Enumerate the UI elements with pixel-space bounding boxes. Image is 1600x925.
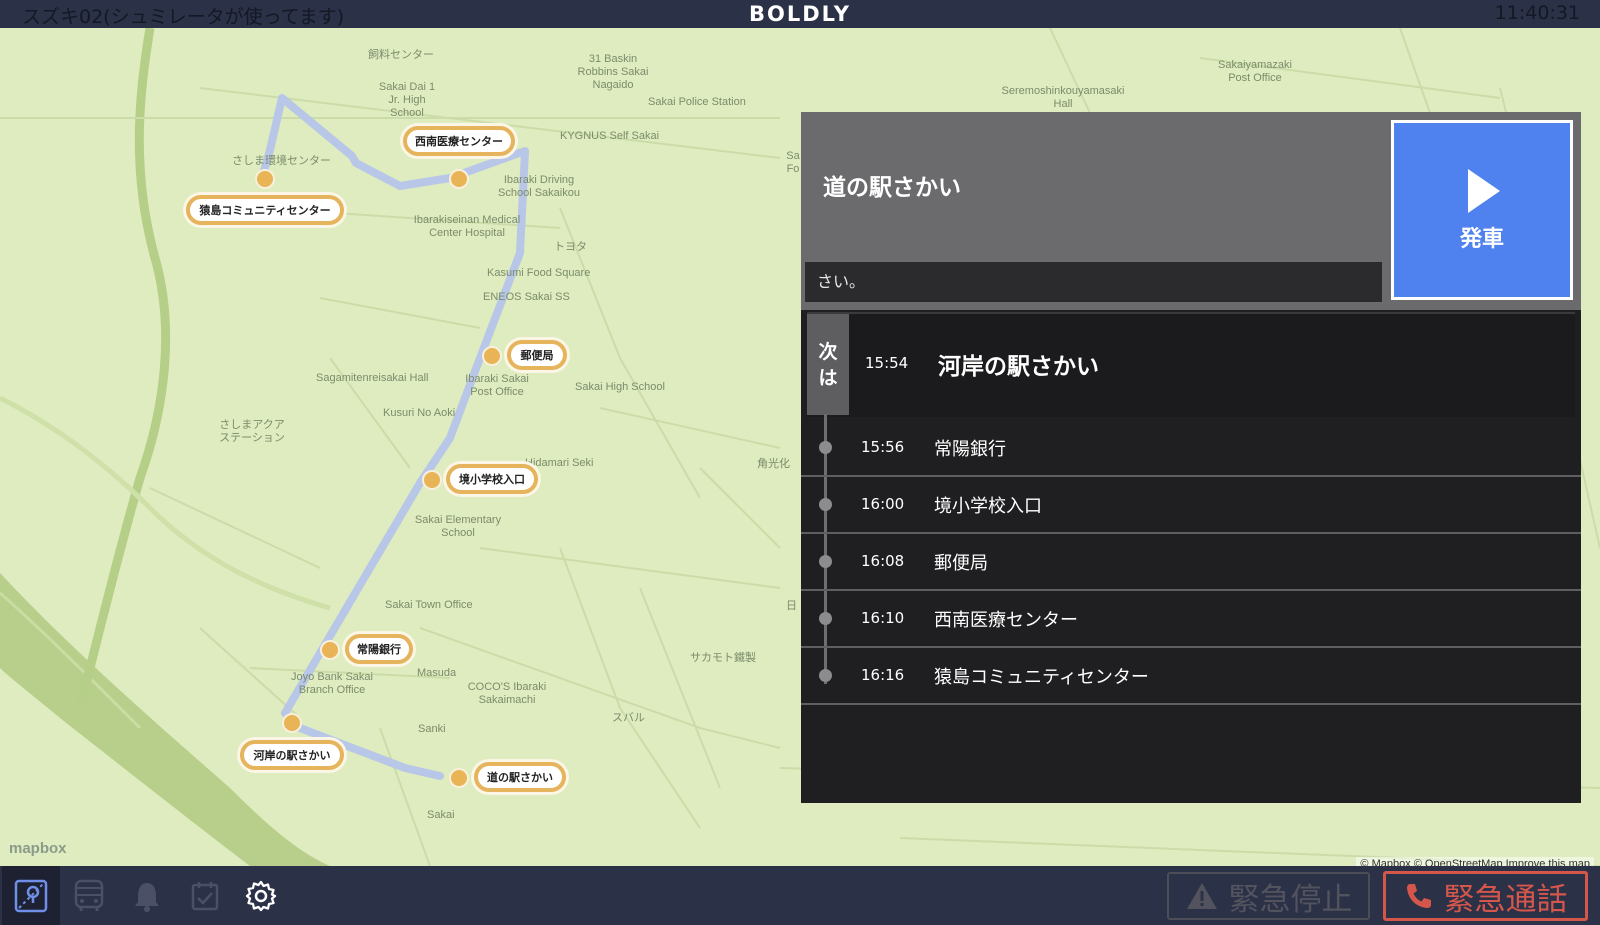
timeline-dot	[819, 555, 832, 568]
stop-label[interactable]: 道の駅さかい	[474, 762, 566, 792]
map-place-label: ENEOS Sakai SS	[483, 291, 570, 303]
stop-time: 16:00	[861, 495, 905, 513]
map-place-label: Sakai Elementary School	[414, 514, 502, 539]
stop-label[interactable]: 西南医療センター	[403, 126, 515, 156]
stop-marker[interactable]	[320, 640, 340, 660]
list-item: 16:08 郵便局	[801, 534, 1581, 591]
top-bar: スズキ02(シュミレータが使ってます) BOLDLY 11:40:31	[0, 0, 1600, 28]
timeline-dot	[819, 441, 832, 454]
next-tag-line1: 次	[818, 340, 838, 363]
map-place-label: Sa Fo	[786, 150, 800, 175]
emergency-call-button[interactable]: 緊急通話	[1383, 871, 1588, 921]
map-place-label: Hidamari Seki	[525, 457, 594, 469]
stop-label[interactable]: 常陽銀行	[345, 634, 413, 664]
map-place-label: Ibaraki Driving School Sakaikou	[498, 174, 580, 199]
operation-panel: 道の駅さかい さい。 発車 次 は 15:54 河岸の駅さかい 15:56 常陽…	[801, 112, 1581, 803]
emergency-stop-label: 緊急停止	[1228, 881, 1353, 918]
map-place-label: Sakai High School	[575, 381, 665, 393]
timeline-dot	[819, 498, 832, 511]
emergency-call-label: 緊急通話	[1443, 881, 1568, 918]
stop-marker[interactable]	[449, 169, 469, 189]
stop-label[interactable]: 境小学校入口	[446, 464, 538, 494]
stop-marker[interactable]	[482, 346, 502, 366]
stop-time: 16:08	[861, 552, 905, 570]
depart-button[interactable]: 発車	[1391, 120, 1573, 300]
map-place-label: COCO'S Ibaraki Sakaimachi	[467, 681, 547, 706]
next-stop-time: 15:54	[865, 354, 909, 372]
next-stop-row: 次 は 15:54 河岸の駅さかい	[807, 312, 1575, 417]
clock: 11:40:31	[1494, 2, 1580, 24]
stop-time: 16:16	[861, 666, 905, 684]
depart-button-label: 発車	[1459, 227, 1504, 252]
stop-marker[interactable]	[422, 470, 442, 490]
map-place-label: Kasumi Food Square	[487, 267, 591, 279]
map-place-label: Kusuri No Aoki	[383, 407, 456, 419]
map-place-label: Masuda	[417, 667, 457, 679]
map-place-label: Joyo Bank Sakai Branch Office	[291, 671, 373, 696]
map-place-label: Sakai Dai 1 Jr. High School	[378, 81, 436, 119]
list-item: 16:16 猿島コミュニティセンター	[801, 648, 1581, 705]
map-place-label: Sakaiyamazaki Post Office	[1218, 59, 1292, 84]
upcoming-stops-list: 15:56 常陽銀行 16:00 境小学校入口 16:08 郵便局 16:10 …	[801, 420, 1581, 705]
map-place-label: 角光化	[757, 458, 790, 470]
map-place-label: Sakai Town Office	[385, 599, 473, 611]
map-icon[interactable]	[2, 866, 60, 925]
map-place-label: Ibaraki Sakai Post Office	[465, 373, 529, 398]
checklist-icon[interactable]	[176, 866, 234, 925]
emergency-stop-button[interactable]: 緊急停止	[1167, 872, 1370, 920]
settings-gear-icon[interactable]	[232, 866, 290, 925]
timeline-dot	[819, 612, 832, 625]
map-place-label: さしまアクア ステーション	[219, 419, 285, 444]
next-tag: 次 は	[807, 314, 849, 415]
map-place-label: 31 Baskin Robbins Sakai Nagaido	[577, 53, 649, 91]
map-place-label: サカモト鐵製	[690, 652, 756, 664]
stop-name: 猿島コミュニティセンター	[934, 667, 1149, 688]
destination-name: 道の駅さかい	[823, 175, 961, 201]
list-item: 16:00 境小学校入口	[801, 477, 1581, 534]
map-place-label: さしま環境センター	[232, 155, 331, 167]
play-icon	[1468, 169, 1500, 213]
stop-name: 境小学校入口	[934, 496, 1042, 517]
stop-label[interactable]: 河岸の駅さかい	[240, 740, 344, 770]
map-place-label: Ibarakiseinan Medical Center Hospital	[413, 214, 521, 239]
stop-marker[interactable]	[255, 169, 275, 189]
map-place-label: Sakai	[427, 809, 455, 821]
stop-label[interactable]: 猿島コミュニティセンター	[186, 195, 344, 225]
map-place-label: スバル	[612, 712, 645, 724]
map-place-label: Sakai Police Station	[648, 96, 746, 108]
stop-name: 常陽銀行	[934, 439, 1006, 460]
next-stop-name: 河岸の駅さかい	[938, 354, 1099, 380]
map-place-label: Seremoshinkouyamasaki Hall	[1001, 85, 1125, 110]
list-item: 16:10 西南医療センター	[801, 591, 1581, 648]
next-tag-line2: は	[818, 366, 838, 389]
map-place-label: 飼料センター	[368, 49, 434, 61]
bottom-bar: 緊急停止 緊急通話	[0, 866, 1600, 925]
map-place-label: Sanki	[418, 723, 446, 735]
stop-name: 西南医療センター	[934, 610, 1078, 631]
brand-logo: BOLDLY	[749, 2, 851, 26]
phone-icon	[1406, 884, 1431, 908]
timeline-dot	[819, 669, 832, 682]
warning-icon	[1186, 883, 1217, 909]
list-item: 15:56 常陽銀行	[801, 420, 1581, 477]
stop-label[interactable]: 郵便局	[507, 340, 567, 370]
map-place-label: 日	[786, 600, 797, 612]
stop-time: 16:10	[861, 609, 905, 627]
stop-time: 15:56	[861, 438, 905, 456]
stop-marker[interactable]	[449, 768, 469, 788]
mapbox-logo: mapbox	[9, 840, 67, 857]
panel-header: 道の駅さかい さい。 発車	[801, 112, 1581, 310]
bus-icon[interactable]	[60, 866, 118, 925]
announcement-message: さい。	[805, 262, 1382, 302]
map-place-label: KYGNUS Self Sakai	[560, 130, 660, 142]
bell-icon[interactable]	[118, 866, 176, 925]
map-place-label: Sagamitenreisakai Hall	[316, 372, 429, 384]
map-place-label: トヨタ	[554, 241, 587, 253]
stop-name: 郵便局	[934, 553, 988, 574]
stop-marker[interactable]	[282, 713, 302, 733]
